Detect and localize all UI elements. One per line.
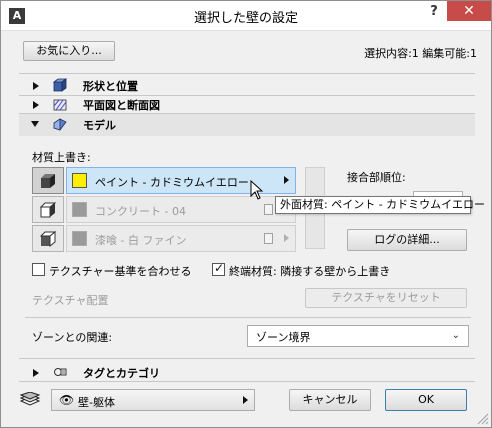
material-row-inside[interactable]: 漆喰 - 白 ファイン xyxy=(66,225,296,252)
separator xyxy=(25,317,471,318)
log-details-button[interactable]: ログの詳細... xyxy=(347,229,467,251)
material-name: 漆喰 - 白 ファイン xyxy=(95,234,187,247)
ok-button[interactable]: OK xyxy=(385,389,467,411)
wall-settings-dialog: A 選択した壁の設定 ? ✕ お気に入り... 選択内容:1 編集可能:1 形状… xyxy=(0,0,492,428)
layer-popup-arrow-icon xyxy=(243,396,248,404)
zone-relation-label: ゾーンとの関連: xyxy=(32,331,113,344)
title-bar[interactable]: A 選択した壁の設定 ? ✕ xyxy=(1,1,491,31)
end-material-checkbox[interactable]: ✓ xyxy=(212,261,225,276)
separator xyxy=(19,358,475,359)
separator xyxy=(19,381,475,382)
zone-relation-value: ゾーン境界 xyxy=(256,331,311,344)
section-label: 形状と位置 xyxy=(83,80,138,93)
align-texture-checkbox[interactable] xyxy=(32,263,45,276)
collapse-arrow-icon[interactable] xyxy=(31,121,39,127)
edge-face-button[interactable] xyxy=(32,196,64,223)
model-wedge-icon xyxy=(53,118,67,131)
chevron-down-icon: ⌄ xyxy=(451,330,460,341)
separator xyxy=(19,73,475,74)
section-label: タグとカテゴリ xyxy=(83,367,160,380)
zone-relation-select[interactable]: ゾーン境界 ⌄ xyxy=(247,325,469,347)
material-name: ペイント - カドミウムイエロー xyxy=(95,176,249,189)
expand-arrow-icon[interactable] xyxy=(33,101,39,109)
favorites-button[interactable]: お気に入り... xyxy=(23,41,115,61)
hatch-plan-icon xyxy=(53,99,67,111)
junction-priority-label: 接合部順位: xyxy=(347,171,406,184)
material-name: コンクリート - 04 xyxy=(95,205,186,218)
document-icon xyxy=(264,233,273,244)
close-button[interactable]: ✕ xyxy=(447,1,491,21)
material-swatch xyxy=(72,231,87,246)
document-icon xyxy=(264,204,273,215)
dialog-title: 選択した壁の設定 xyxy=(193,11,298,26)
wall-box-icon xyxy=(53,78,67,92)
layers-icon xyxy=(19,392,41,406)
outside-face-button[interactable] xyxy=(32,167,64,194)
tag-category-icon xyxy=(54,368,67,376)
section-tags-categories[interactable]: タグとカテゴリ xyxy=(19,364,475,382)
align-texture-label: テクスチャー基準を合わせる xyxy=(49,265,192,278)
material-swatch xyxy=(72,202,87,217)
section-label: 平面図と断面図 xyxy=(83,99,160,112)
section-plan-section[interactable]: 平面図と断面図 xyxy=(19,96,475,114)
checkmark-icon: ✓ xyxy=(214,261,225,275)
outside-face-icon xyxy=(41,174,55,188)
layer-value: 壁-躯体 xyxy=(78,396,115,409)
mouse-cursor-icon xyxy=(250,180,264,200)
section-shape-position[interactable]: 形状と位置 xyxy=(19,77,475,95)
texture-placement-label: テクスチャ配置 xyxy=(32,294,109,307)
help-button[interactable]: ? xyxy=(421,1,447,23)
material-row-edge[interactable]: コンクリート - 04 xyxy=(66,196,296,223)
material-popup-arrow-icon[interactable] xyxy=(284,234,289,242)
material-tooltip: 外面材質: ペイント - カドミウムイエロー xyxy=(275,196,485,214)
section-model[interactable]: モデル xyxy=(19,114,475,136)
section-label: モデル xyxy=(83,119,116,132)
end-material-label: 終端材質: 隣接する壁から上書き xyxy=(229,265,391,278)
material-popup-arrow-icon[interactable] xyxy=(284,176,289,184)
expand-arrow-icon[interactable] xyxy=(33,369,39,377)
material-override-label: 材質上書き: xyxy=(32,151,91,164)
texture-reset-button[interactable]: テクスチャをリセット xyxy=(305,288,467,308)
expand-arrow-icon[interactable] xyxy=(33,82,39,90)
selection-info: 選択内容:1 編集可能:1 xyxy=(364,47,477,60)
resize-grip-icon[interactable] xyxy=(475,411,489,425)
cancel-button[interactable]: キャンセル xyxy=(289,389,371,411)
layer-select[interactable]: 👁 壁-躯体 xyxy=(51,389,255,411)
edge-face-icon xyxy=(40,202,56,218)
inside-face-button[interactable] xyxy=(32,225,64,252)
inside-face-icon xyxy=(40,231,56,247)
material-swatch xyxy=(72,173,87,188)
eye-icon: 👁 xyxy=(59,393,75,407)
